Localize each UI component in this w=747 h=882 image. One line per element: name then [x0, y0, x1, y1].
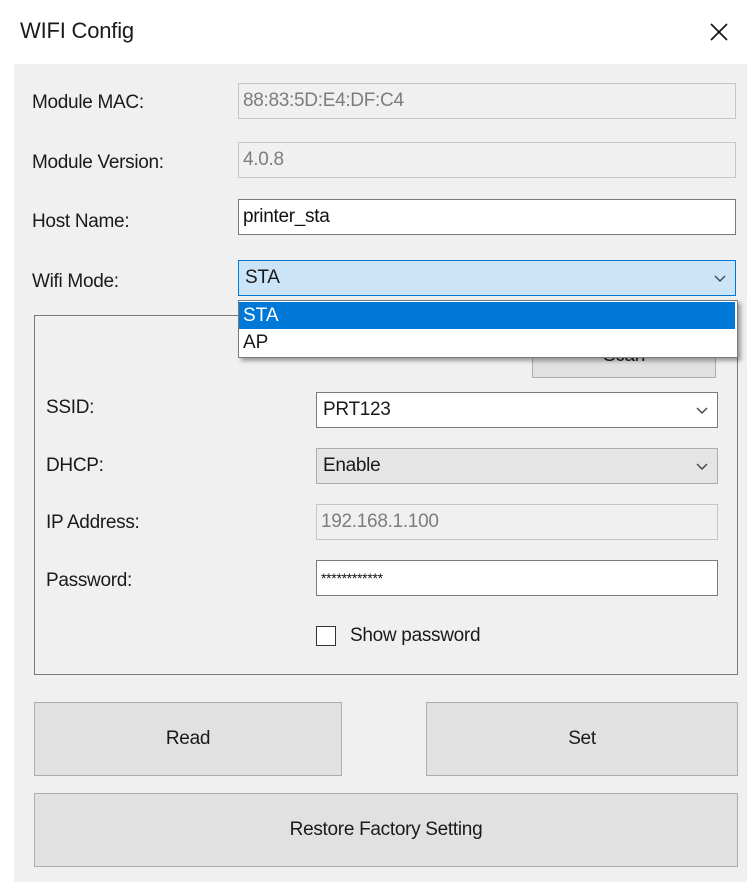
- close-icon: [710, 23, 728, 41]
- module-version-label: Module Version:: [32, 152, 164, 173]
- wifi-mode-select[interactable]: STA: [238, 260, 736, 296]
- wifi-mode-option-sta[interactable]: STA: [239, 302, 735, 329]
- close-button[interactable]: [691, 0, 747, 64]
- dhcp-selected-value: Enable: [323, 455, 381, 476]
- wifi-config-dialog: WIFI Config Module MAC: 88:83:5D:E4:DF:C…: [0, 0, 747, 882]
- ssid-select[interactable]: PRT123: [316, 392, 718, 428]
- wifi-mode-option-ap[interactable]: AP: [239, 329, 735, 356]
- module-mac-field: 88:83:5D:E4:DF:C4: [238, 83, 736, 119]
- ip-address-label: IP Address:: [46, 512, 140, 533]
- title-bar: WIFI Config: [0, 0, 747, 64]
- chevron-down-icon: [714, 275, 726, 282]
- ssid-selected-value: PRT123: [323, 399, 391, 420]
- password-input[interactable]: ************: [316, 560, 718, 596]
- restore-button-label: Restore Factory Setting: [289, 819, 483, 840]
- set-button-label: Set: [568, 728, 596, 749]
- read-button[interactable]: Read: [34, 702, 342, 776]
- show-password-checkbox[interactable]: [316, 626, 336, 646]
- read-button-label: Read: [165, 728, 211, 749]
- dhcp-select[interactable]: Enable: [316, 448, 718, 484]
- wifi-mode-dropdown-list: STA AP: [238, 300, 738, 358]
- password-label: Password:: [46, 570, 133, 591]
- ssid-label: SSID:: [46, 397, 95, 418]
- set-button[interactable]: Set: [426, 702, 738, 776]
- module-mac-label: Module MAC:: [32, 92, 144, 113]
- host-name-input[interactable]: printer_sta: [238, 199, 736, 235]
- ip-address-field: 192.168.1.100: [316, 504, 718, 540]
- dhcp-label: DHCP:: [46, 455, 104, 476]
- wifi-mode-selected-value: STA: [245, 267, 280, 288]
- module-version-field: 4.0.8: [238, 142, 736, 178]
- chevron-down-icon: [696, 463, 708, 470]
- restore-factory-setting-button[interactable]: Restore Factory Setting: [34, 793, 738, 867]
- window-title: WIFI Config: [20, 18, 134, 43]
- show-password-label[interactable]: Show password: [350, 625, 481, 647]
- chevron-down-icon: [696, 407, 708, 414]
- host-name-label: Host Name:: [32, 211, 130, 232]
- wifi-mode-label: Wifi Mode:: [32, 271, 119, 292]
- dialog-body: Module MAC: 88:83:5D:E4:DF:C4 Module Ver…: [14, 64, 747, 882]
